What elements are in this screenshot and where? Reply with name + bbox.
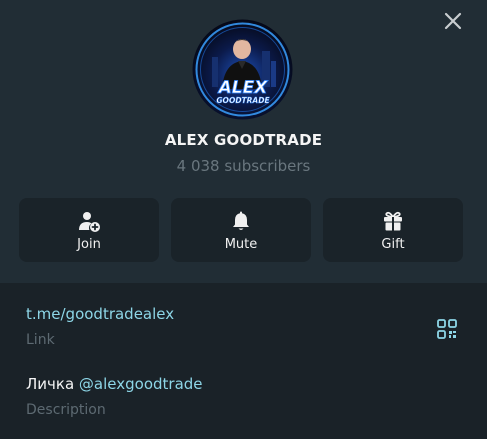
description-prefix: Личка [26,375,79,393]
profile-header: ALEX GOODTRADE ALEX GOODTRADE 4 038 subs… [0,0,487,283]
channel-name: ALEX GOODTRADE [164,131,323,149]
link-caption: Link [26,332,55,348]
action-bar: Join Mute Gift [19,198,463,262]
avatar: ALEX GOODTRADE [192,19,293,120]
bell-icon [233,211,249,230]
gift-icon [384,211,402,230]
subscriber-count: 4 038 subscribers [176,157,311,175]
channel-link[interactable]: t.me/goodtradealex [26,305,174,323]
info-section: t.me/goodtradealex Link Личка @alexgoodt… [0,283,487,439]
mute-label: Mute [224,236,258,252]
avatar-logo-bottom: GOODTRADE [216,96,270,105]
gift-button[interactable]: Gift [323,198,463,262]
join-button[interactable]: Join [19,198,159,262]
gift-label: Gift [381,236,405,252]
qr-code-icon[interactable] [435,317,459,341]
mute-button[interactable]: Mute [171,198,311,262]
join-label: Join [77,236,101,252]
description-caption: Description [26,402,106,418]
close-icon[interactable] [440,8,466,34]
avatar-logo-top: ALEX [217,78,269,98]
mention-link[interactable]: @alexgoodtrade [79,375,203,393]
add-user-icon [79,211,100,232]
description-text: Личка @alexgoodtrade [26,375,203,393]
